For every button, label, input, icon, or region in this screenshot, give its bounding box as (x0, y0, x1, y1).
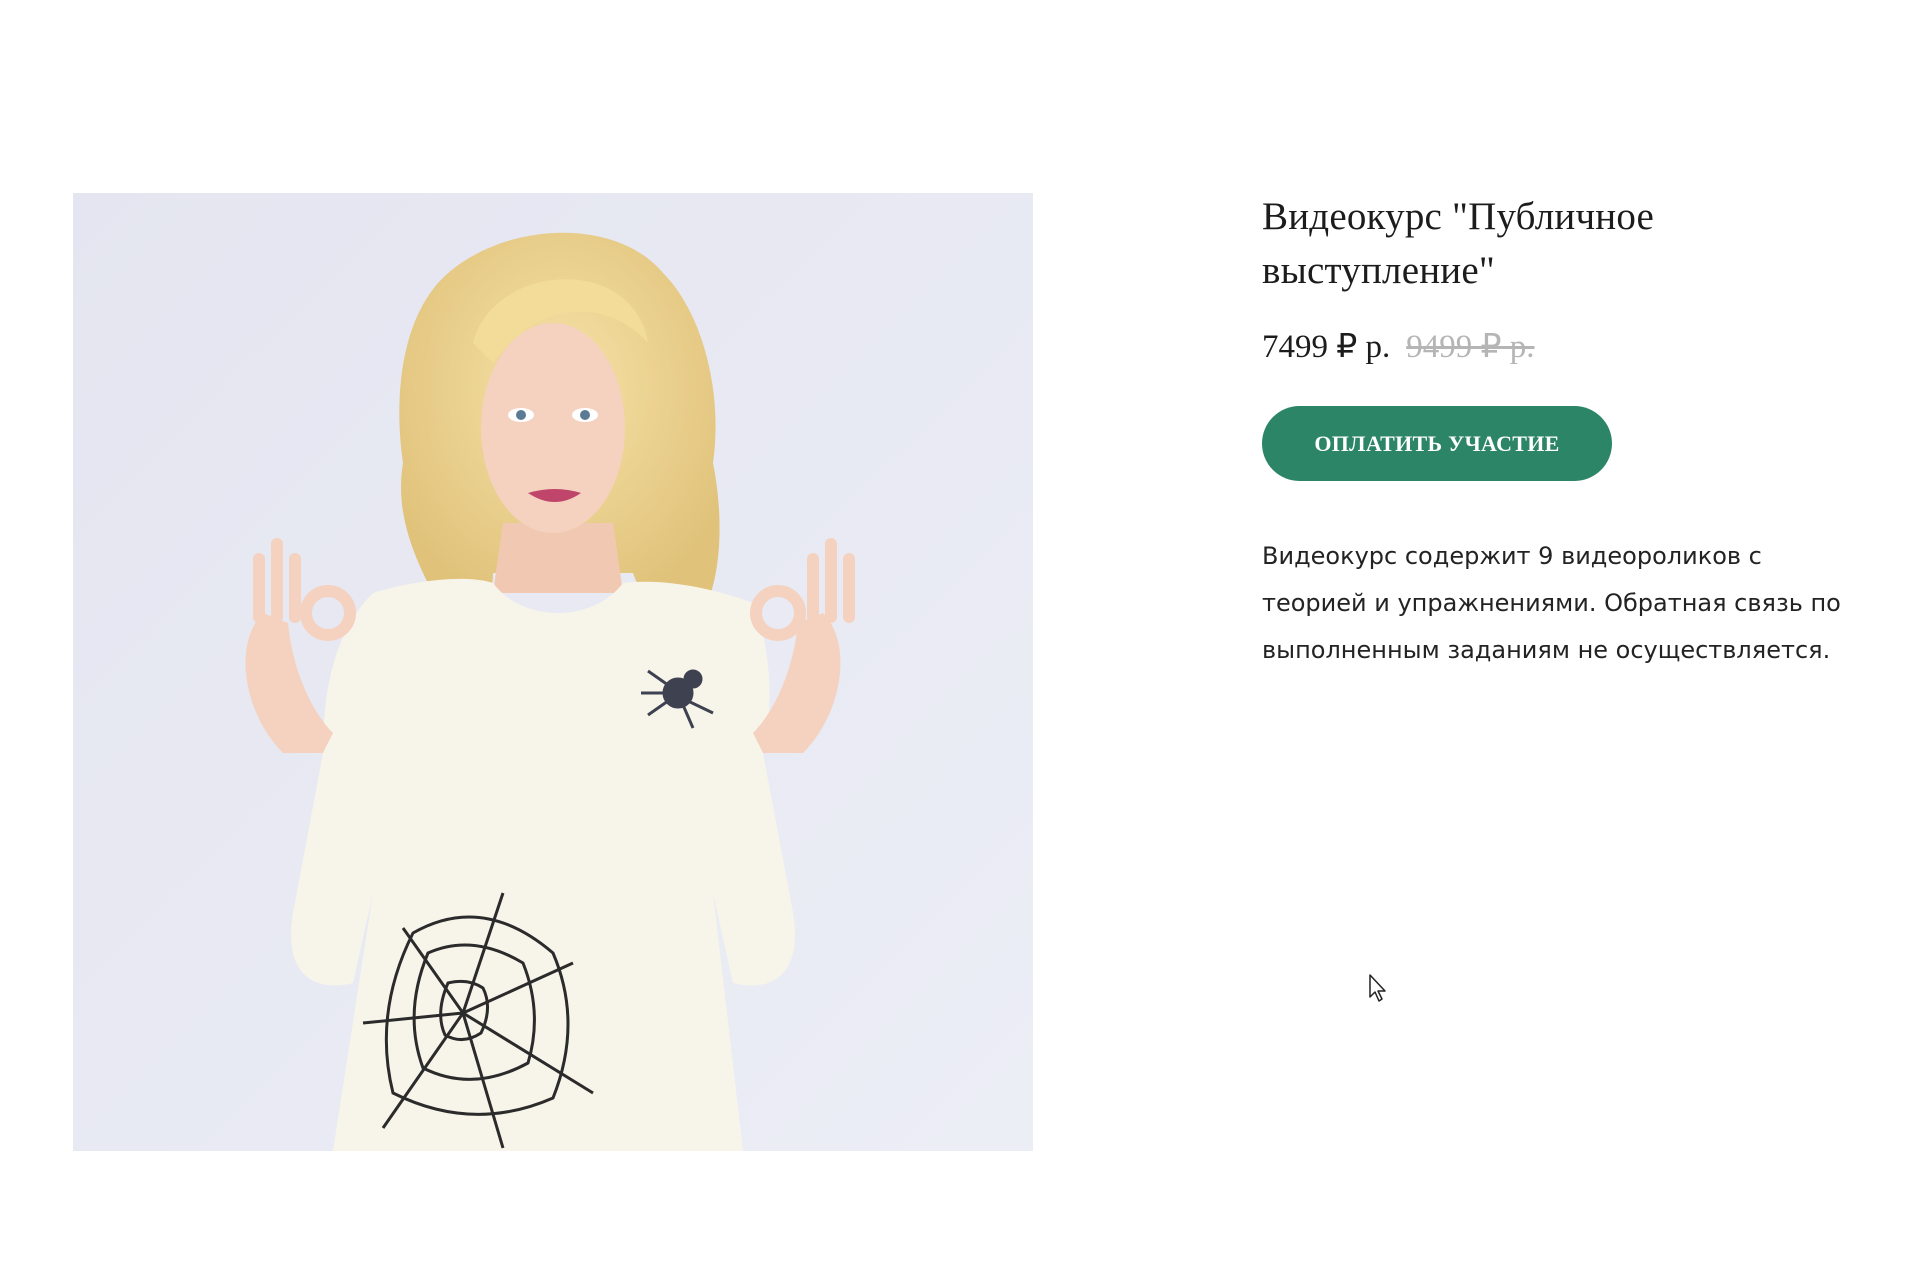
product-image (73, 193, 1033, 1151)
old-price: 9499 ₽ р. (1406, 329, 1535, 365)
current-price: 7499 ₽ р. (1262, 329, 1391, 365)
description-line-2: теорией и упражнениями. Обратная связь п… (1262, 589, 1841, 617)
product-title-line-2: выступление" (1262, 249, 1495, 292)
product-title: Видеокурс "Публичное выступление" (1262, 190, 1902, 298)
product-description: Видеокурс содержит 9 видеороликов с теор… (1262, 533, 1902, 674)
description-line-1: Видеокурс содержит 9 видеороликов с (1262, 542, 1762, 570)
product-info: Видеокурс "Публичное выступление" 7499 ₽… (1262, 190, 1902, 674)
arrow-cursor-icon (1369, 974, 1386, 1002)
pay-participation-button[interactable]: ОПЛАТИТЬ УЧАСТИЕ (1262, 406, 1612, 481)
product-title-line-1: Видеокурс "Публичное (1262, 195, 1655, 238)
price-row: 7499 ₽ р. 9499 ₽ р. (1262, 326, 1902, 366)
description-line-3: выполненным заданиям не осуществляется. (1262, 636, 1831, 664)
presenter-photo (73, 193, 1033, 1151)
